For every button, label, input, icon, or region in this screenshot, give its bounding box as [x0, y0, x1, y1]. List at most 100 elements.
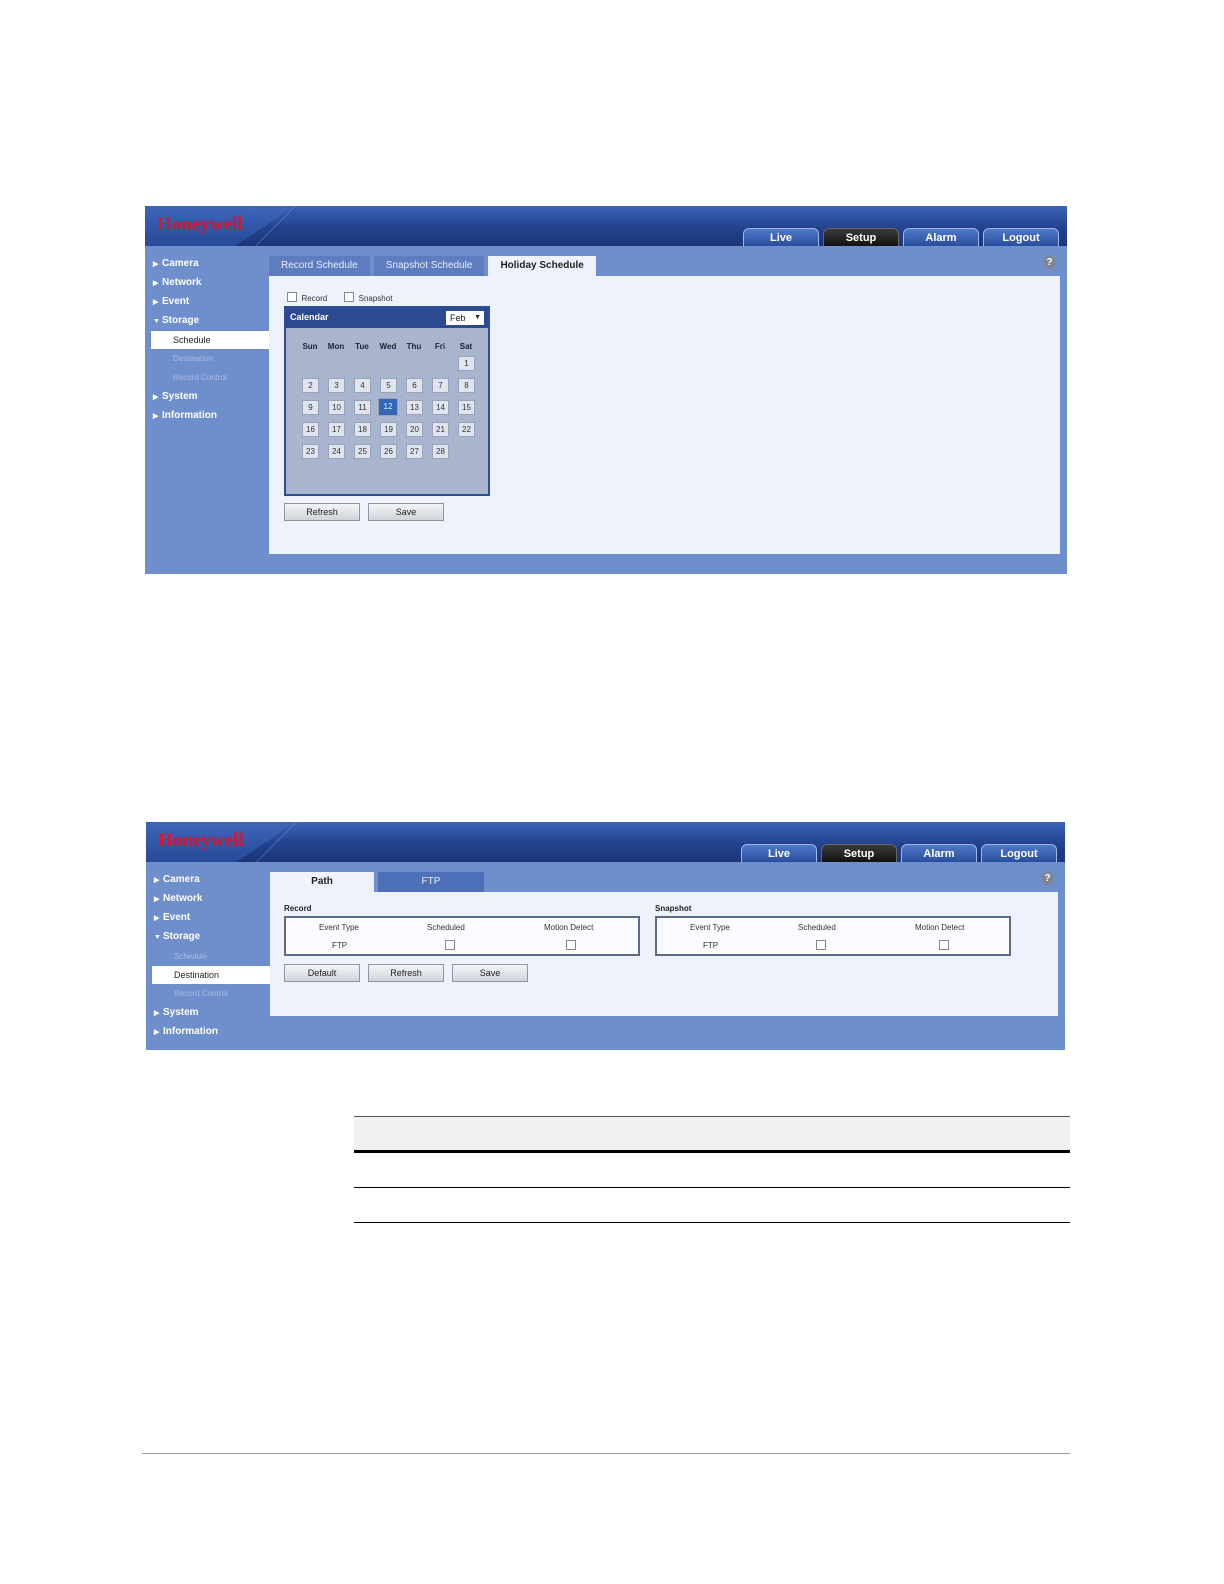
tab-holiday-schedule[interactable]: Holiday Schedule [488, 256, 596, 276]
snapshot-motion-checkbox[interactable] [939, 940, 949, 950]
tab-logout[interactable]: Logout [983, 228, 1059, 246]
snapshot-label: Snapshot [358, 294, 393, 303]
calendar-day[interactable]: 17 [328, 422, 345, 437]
calendar-day[interactable]: 21 [432, 422, 449, 437]
arrow-right-icon: ▶ [153, 261, 159, 268]
tab-path[interactable]: Path [270, 872, 374, 892]
row-event-type: FTP [332, 941, 348, 950]
calendar-title: Calendar [290, 312, 329, 322]
holiday-schedule-screenshot: Honeywell Live Setup Alarm Logout ▶ Camer… [145, 206, 1067, 574]
col-motion-detect: Motion Detect [544, 923, 594, 932]
sidebar-item-record-control[interactable]: Record Control [174, 989, 228, 998]
tab-alarm[interactable]: Alarm [901, 844, 977, 862]
sidebar-item-camera[interactable]: ▶ Camera [154, 874, 200, 885]
tab-logout[interactable]: Logout [981, 844, 1057, 862]
sidebar-item-system[interactable]: ▶ System [154, 1007, 199, 1018]
sidebar-item-event[interactable]: ▶ Event [154, 912, 190, 923]
holiday-panel: Record Snapshot Calendar Feb ▼ Sun Mon Tue… [269, 276, 1060, 554]
calendar-day[interactable]: 26 [380, 444, 397, 459]
weekday-header: Thu [406, 342, 422, 351]
sidebar-item-destination[interactable]: Destination [152, 966, 270, 984]
tab-snapshot-schedule[interactable]: Snapshot Schedule [373, 256, 485, 276]
refresh-button[interactable]: Refresh [284, 503, 360, 521]
default-button[interactable]: Default [284, 964, 360, 982]
calendar-day[interactable]: 2 [302, 378, 319, 393]
tab-alarm[interactable]: Alarm [903, 228, 979, 246]
record-group-title: Record [284, 904, 312, 913]
record-scheduled-checkbox[interactable] [445, 940, 455, 950]
calendar-day[interactable]: 27 [406, 444, 423, 459]
calendar-day[interactable]: 5 [380, 378, 397, 393]
sidebar-item-event[interactable]: ▶ Event [153, 296, 189, 307]
sidebar-item-network[interactable]: ▶ Network [153, 277, 201, 288]
calendar-day[interactable]: 25 [354, 444, 371, 459]
calendar-day[interactable]: 8 [458, 378, 475, 393]
month-select[interactable]: Feb ▼ [446, 311, 484, 325]
table-header-rule [354, 1150, 1070, 1153]
honeywell-logo: Honeywell [158, 830, 244, 851]
page-footer-rule [142, 1453, 1070, 1454]
calendar-day[interactable]: 18 [354, 422, 371, 437]
arrow-right-icon: ▶ [154, 877, 160, 884]
calendar-day[interactable]: 4 [354, 378, 371, 393]
tab-record-schedule[interactable]: Record Schedule [269, 256, 370, 276]
save-button[interactable]: Save [368, 503, 444, 521]
calendar-day[interactable]: 13 [406, 400, 423, 415]
calendar-day[interactable]: 23 [302, 444, 319, 459]
arrow-down-icon: ▼ [153, 318, 160, 325]
calendar-day[interactable]: 19 [380, 422, 397, 437]
col-scheduled: Scheduled [427, 923, 465, 932]
sidebar-item-network[interactable]: ▶ Network [154, 893, 202, 904]
sidebar-item-schedule[interactable]: Schedule [174, 952, 207, 961]
calendar-day[interactable]: 10 [328, 400, 345, 415]
tab-live[interactable]: Live [743, 228, 819, 246]
calendar-day[interactable]: 22 [458, 422, 475, 437]
weekday-header: Mon [327, 342, 345, 351]
calendar-day[interactable]: 3 [328, 378, 345, 393]
calendar-day[interactable]: 24 [328, 444, 345, 459]
weekday-header: Wed [379, 342, 397, 351]
weekday-header: Sun [302, 342, 318, 351]
sidebar-item-camera[interactable]: ▶ Camera [153, 258, 199, 269]
sidebar-item-schedule[interactable]: Schedule [151, 331, 269, 349]
sidebar-item-information[interactable]: ▶ Information [153, 410, 217, 421]
sidebar-item-information[interactable]: ▶ Information [154, 1026, 218, 1037]
save-button[interactable]: Save [452, 964, 528, 982]
tab-live[interactable]: Live [741, 844, 817, 862]
snapshot-scheduled-checkbox[interactable] [816, 940, 826, 950]
calendar-day[interactable]: 11 [354, 400, 371, 415]
weekday-header: Sat [459, 342, 473, 351]
record-motion-checkbox[interactable] [566, 940, 576, 950]
path-panel: Record Event Type Scheduled Motion Detec… [270, 892, 1058, 1016]
refresh-button[interactable]: Refresh [368, 964, 444, 982]
top-navigation: Live Setup Alarm Logout [743, 228, 1059, 246]
calendar-day-selected[interactable]: 12 [378, 398, 398, 416]
arrow-right-icon: ▶ [154, 915, 160, 922]
calendar-day[interactable]: 7 [432, 378, 449, 393]
sidebar-item-system[interactable]: ▶ System [153, 391, 198, 402]
sidebar-item-storage[interactable]: ▼ Storage [153, 315, 199, 326]
calendar-day[interactable]: 15 [458, 400, 475, 415]
sidebar-item-record-control[interactable]: Record Control [173, 373, 227, 382]
help-icon[interactable]: ? [1041, 872, 1054, 885]
arrow-right-icon: ▶ [153, 299, 159, 306]
calendar-day[interactable]: 20 [406, 422, 423, 437]
tab-ftp[interactable]: FTP [378, 872, 484, 892]
main-content: Path FTP ? Record Event Type Scheduled M… [270, 872, 1058, 1016]
calendar-day[interactable]: 6 [406, 378, 423, 393]
sidebar-item-destination[interactable]: Destination [173, 354, 213, 363]
calendar-day[interactable]: 14 [432, 400, 449, 415]
calendar: Calendar Feb ▼ Sun Mon Tue Wed Thu Fri Sat 1 2 3 4… [284, 306, 490, 496]
calendar-day[interactable]: 9 [302, 400, 319, 415]
tab-setup[interactable]: Setup [823, 228, 899, 246]
tab-setup[interactable]: Setup [821, 844, 897, 862]
calendar-day[interactable]: 1 [458, 356, 475, 371]
record-checkbox[interactable] [287, 291, 297, 302]
calendar-day[interactable]: 16 [302, 422, 319, 437]
calendar-day[interactable]: 28 [432, 444, 449, 459]
honeywell-logo: Honeywell [157, 214, 243, 235]
sidebar-item-storage[interactable]: ▼ Storage [154, 931, 200, 942]
help-icon[interactable]: ? [1043, 256, 1056, 269]
snapshot-checkbox[interactable] [344, 291, 355, 302]
sidebar: ▶ Camera ▶ Network ▶ Event ▼ Storage Schedul… [146, 862, 270, 1050]
